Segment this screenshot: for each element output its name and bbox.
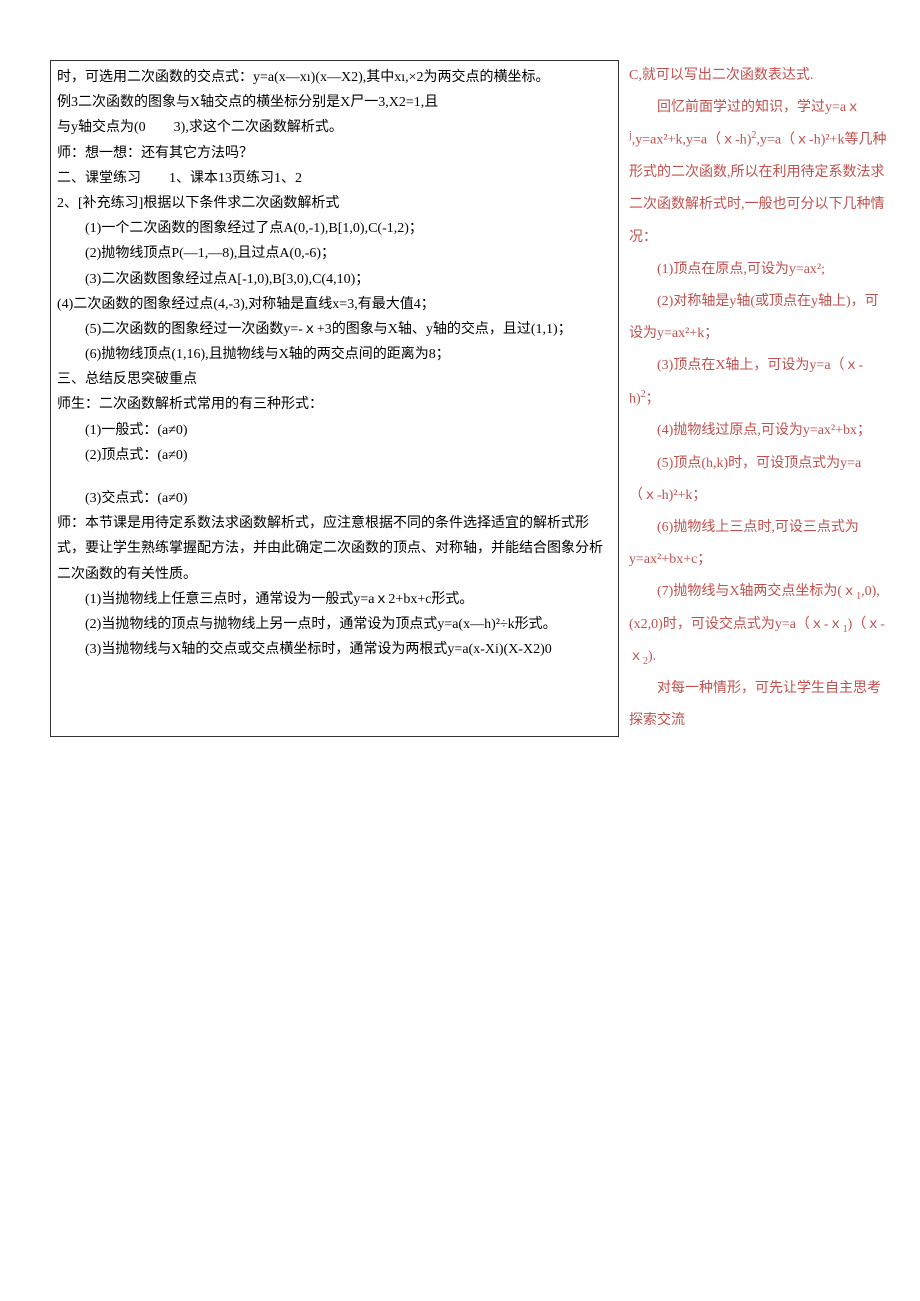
list-item: (2)顶点式：(a≠0)	[57, 443, 612, 468]
list-item: (2)抛物线顶点P(—1,—8),且过点A(0,-6)；	[57, 241, 612, 266]
list-item: (3)交点式：(a≠0)	[57, 486, 612, 511]
note-text: (2)对称轴是y轴(或顶点在y轴上)，可设为y=ax²+k；	[629, 294, 879, 341]
note-item: 对每一种情形，可先让学生自主思考探索交流	[629, 673, 889, 737]
list-item: (2)当抛物线的顶点与抛物线上另一点时，通常设为顶点式y=a(x—h)²÷k形式…	[57, 612, 612, 637]
section-heading: 三、总结反思突破重点	[57, 367, 612, 392]
note-text: ,y=a（ｘ-h)²+k等几种形式的二次函数,所以在利用待定系数法求二次函数解析…	[629, 133, 886, 245]
text-line: 师：想一想：还有其它方法吗？	[57, 141, 612, 166]
note-item: (2)对称轴是y轴(或顶点在y轴上)，可设为y=ax²+k；	[629, 286, 889, 350]
list-item: (6)抛物线顶点(1,16),且抛物线与X轴的两交点间的距离为8；	[57, 342, 612, 367]
list-item: (1)一般式：(a≠0)	[57, 418, 612, 443]
text-line: 时，可选用二次函数的交点式：y=a(x—xı)(x—X2),其中xı,×2为两交…	[57, 65, 612, 90]
note-text: (7)抛物线与X轴两交点坐标为(ｘ	[657, 584, 856, 599]
note-text: (3)顶点在X轴上，可设为y=a（ｘ-h)	[629, 358, 863, 406]
note-text: ,y=ax²+k,y=a（ｘ-h)	[632, 133, 752, 148]
list-item: (1)当抛物线上任意三点时，通常设为一般式y=aｘ2+bx+c形式。	[57, 587, 612, 612]
note-item: (5)顶点(h,k)时，可设顶点式为y=a（ｘ-h)²+k；	[629, 448, 889, 512]
note-text: ).	[648, 649, 656, 664]
list-item: (1)一个二次函数的图象经过了点A(0,-1),B[1,0),C(-1,2)；	[57, 216, 612, 241]
note-item: (1)顶点在原点,可设为y=ax²;	[629, 254, 889, 286]
note-item: (6)抛物线上三点时,可设三点式为y=ax²+bx+c；	[629, 512, 889, 576]
note-text: (6)抛物线上三点时,可设三点式为y=ax²+bx+c；	[629, 520, 859, 567]
note-text: 对每一种情形，可先让学生自主思考探索交流	[629, 681, 881, 728]
text-paragraph: 师：本节课是用待定系数法求函数解析式，应注意根据不同的条件选择适宜的解析式形式，…	[57, 511, 612, 587]
list-item: (4)二次函数的图象经过点(4,-3),对称轴是直线x=3,有最大值4；	[57, 292, 612, 317]
text-line: 与y轴交点为(0 3),求这个二次函数解析式。	[57, 115, 612, 140]
note-text: (4)抛物线过原点,可设为y=ax²+bx；	[657, 423, 871, 438]
note-item: (4)抛物线过原点,可设为y=ax²+bx；	[629, 415, 889, 447]
note-item: (7)抛物线与X轴两交点坐标为(ｘ1,0),(x2,0)时，可设交点式为y=a（…	[629, 576, 889, 673]
text-line: 师生：二次函数解析式常用的有三种形式：	[57, 392, 612, 417]
left-column: 时，可选用二次函数的交点式：y=a(x—xı)(x—X2),其中xı,×2为两交…	[50, 60, 619, 737]
note-paragraph: 回忆前面学过的知识，学过y=aｘj,y=ax²+k,y=a（ｘ-h)2,y=a（…	[629, 92, 889, 254]
list-item: (5)二次函数的图象经过一次函数y=-ｘ+3的图象与X轴、y轴的交点，且过(1,…	[57, 317, 612, 342]
note-text: ；	[646, 391, 660, 406]
note-line: C,就可以写出二次函数表达式.	[629, 60, 889, 92]
text-line: 例3二次函数的图象与X轴交点的横坐标分别是X尸一3,X2=1,且	[57, 90, 612, 115]
page-container: 时，可选用二次函数的交点式：y=a(x—xı)(x—X2),其中xı,×2为两交…	[0, 0, 920, 757]
list-item: (3)二次函数图象经过点A[-1,0),B[3,0),C(4,10)；	[57, 267, 612, 292]
list-item: (3)当抛物线与X轴的交点或交点横坐标时，通常设为两根式y=a(x-Xi)(X-…	[57, 637, 612, 662]
right-column: C,就可以写出二次函数表达式. 回忆前面学过的知识，学过y=aｘj,y=ax²+…	[619, 60, 889, 737]
spacer	[57, 468, 612, 486]
note-text: (5)顶点(h,k)时，可设顶点式为y=a（ｘ-h)²+k；	[629, 456, 861, 503]
note-item: (3)顶点在X轴上，可设为y=a（ｘ-h)2；	[629, 350, 889, 415]
note-text: 回忆前面学过的知识，学过y=aｘ	[657, 100, 860, 115]
section-heading: 二、课堂练习 1、课本13页练习1、2	[57, 166, 612, 191]
note-text: (1)顶点在原点,可设为y=ax²;	[657, 262, 825, 277]
text-line: 2、[补充练习]根据以下条件求二次函数解析式	[57, 191, 612, 216]
